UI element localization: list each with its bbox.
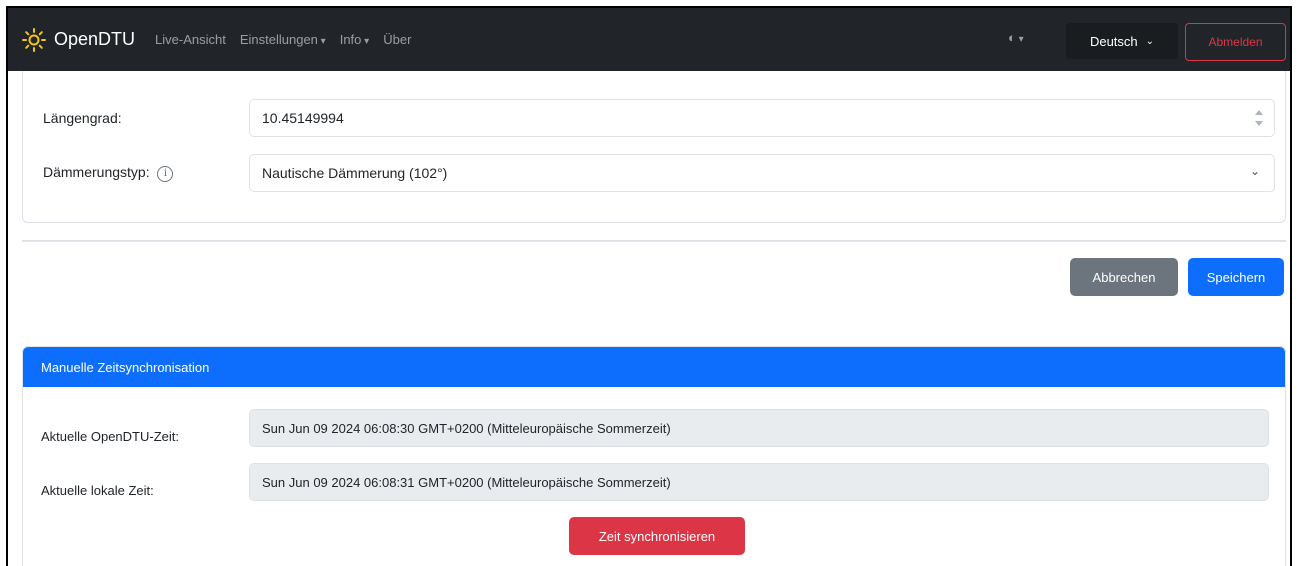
longitude-input[interactable]: 10.45149994 bbox=[249, 99, 1275, 137]
longitude-value: 10.45149994 bbox=[262, 110, 344, 126]
section-divider bbox=[22, 240, 1286, 242]
longitude-label: Längengrad: bbox=[43, 110, 122, 126]
time-sync-card: Manuelle Zeitsynchronisation Aktuelle Op… bbox=[22, 346, 1286, 566]
nav-info-dropdown[interactable]: Info bbox=[340, 32, 370, 47]
save-button[interactable]: Speichern bbox=[1188, 258, 1284, 296]
time-sync-header: Manuelle Zeitsynchronisation bbox=[23, 347, 1285, 387]
location-settings-card: Längengrad: 10.45149994 Dämmerungstyp: i… bbox=[22, 71, 1286, 223]
contrast-icon: ◐ bbox=[1008, 30, 1016, 45]
language-value: Deutsch bbox=[1089, 33, 1138, 49]
twilight-label: Dämmerungstyp: i bbox=[43, 164, 174, 182]
sync-time-button[interactable]: Zeit synchronisieren bbox=[569, 517, 745, 555]
twilight-row: Dämmerungstyp: i Nautische Dämmerung (10… bbox=[23, 153, 1285, 193]
number-spinner-icon[interactable] bbox=[1254, 109, 1264, 127]
opendtu-time-field: Sun Jun 09 2024 06:08:30 GMT+0200 (Mitte… bbox=[249, 409, 1269, 447]
chevron-down-icon: ⌄ bbox=[1145, 35, 1155, 47]
app-window: OpenDTU Live-Ansicht Einstellungen Info … bbox=[6, 6, 1292, 566]
nav-about[interactable]: Über bbox=[383, 32, 411, 47]
twilight-label-text: Dämmerungstyp: bbox=[43, 164, 150, 181]
local-time-label: Aktuelle lokale Zeit: bbox=[41, 483, 154, 498]
theme-toggle[interactable]: ◐ ▾ bbox=[1008, 30, 1024, 45]
language-select[interactable]: Deutsch ⌄ bbox=[1066, 23, 1178, 59]
cancel-button[interactable]: Abbrechen bbox=[1070, 258, 1178, 296]
sun-icon bbox=[22, 27, 46, 52]
brand-name: OpenDTU bbox=[54, 29, 136, 49]
local-time-field: Sun Jun 09 2024 06:08:31 GMT+0200 (Mitte… bbox=[249, 463, 1269, 501]
nav-info-label: Info bbox=[339, 32, 362, 47]
longitude-row: Längengrad: 10.45149994 bbox=[23, 98, 1285, 138]
nav-settings-label: Einstellungen bbox=[239, 32, 318, 47]
info-icon[interactable]: i bbox=[157, 165, 174, 182]
chevron-down-icon: ⌄ bbox=[1249, 164, 1260, 178]
logout-button[interactable]: Abmelden bbox=[1185, 23, 1286, 61]
brand[interactable]: OpenDTU bbox=[22, 27, 136, 52]
nav-settings-dropdown[interactable]: Einstellungen bbox=[240, 32, 326, 47]
twilight-value: Nautische Dämmerung (102°) bbox=[262, 165, 448, 181]
twilight-select[interactable]: Nautische Dämmerung (102°) ⌄ bbox=[249, 154, 1275, 192]
nav-live-view[interactable]: Live-Ansicht bbox=[155, 32, 226, 47]
nav-links: Live-Ansicht Einstellungen Info Über bbox=[155, 32, 425, 47]
opendtu-time-label: Aktuelle OpenDTU-Zeit: bbox=[41, 429, 179, 444]
top-navbar: OpenDTU Live-Ansicht Einstellungen Info … bbox=[8, 8, 1290, 71]
